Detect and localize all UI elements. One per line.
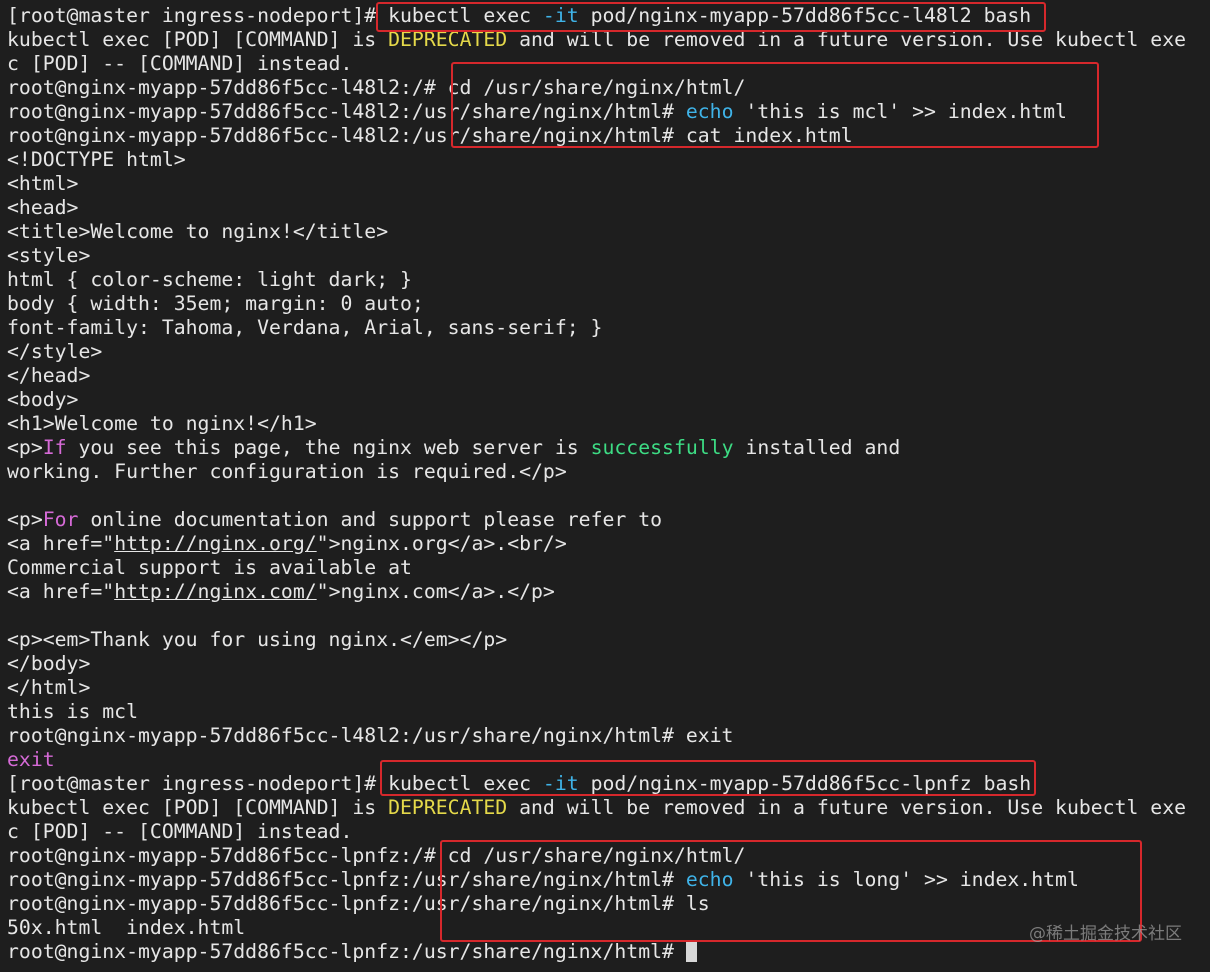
- terminal-text-segment: <html>: [7, 172, 79, 195]
- terminal-text-segment: <!DOCTYPE html>: [7, 148, 186, 171]
- terminal-text-segment: http://nginx.org/: [114, 532, 317, 555]
- terminal-text-segment: If: [42, 436, 67, 459]
- terminal-line: this is mcl: [7, 700, 1210, 724]
- terminal-text-segment: root@nginx-myapp-57dd86f5cc-lpnfz:/usr/s…: [7, 940, 686, 963]
- terminal-line: <html>: [7, 172, 1210, 196]
- terminal-text-segment: root@nginx-myapp-57dd86f5cc-l48l2:/usr/s…: [7, 724, 734, 747]
- terminal-text-segment: c [POD] -- [COMMAND] instead.: [7, 52, 353, 75]
- terminal-line: <h1>Welcome to nginx!</h1>: [7, 412, 1210, 436]
- terminal-line: <body>: [7, 388, 1210, 412]
- terminal-line: kubectl exec [POD] [COMMAND] is DEPRECAT…: [7, 796, 1210, 820]
- terminal-line: <p><em>Thank you for using nginx.</em></…: [7, 628, 1210, 652]
- terminal-text-segment: For: [42, 508, 79, 531]
- terminal-text-segment: </html>: [7, 676, 91, 699]
- terminal-text-segment: <h1>Welcome to nginx!</h1>: [7, 412, 317, 435]
- terminal-text-segment: and will be removed in a future version.…: [507, 796, 1187, 819]
- terminal-text-segment: <p>: [7, 436, 43, 459]
- terminal-text-segment: body { width: 35em; margin: 0 auto;: [7, 292, 424, 315]
- terminal-text-segment: successfully: [590, 436, 734, 459]
- terminal-text-segment: online documentation and support please …: [78, 508, 663, 531]
- terminal-text-segment: installed and: [733, 436, 901, 459]
- terminal-line: <title>Welcome to nginx!</title>: [7, 220, 1210, 244]
- terminal-text-segment: <body>: [7, 388, 79, 411]
- terminal-line: <a href="http://nginx.com/">nginx.com</a…: [7, 580, 1210, 604]
- terminal-line: </head>: [7, 364, 1210, 388]
- text-cursor: [685, 940, 697, 962]
- terminal-text-segment: kubectl exec [POD] [COMMAND] is: [7, 28, 389, 51]
- terminal-text-segment: 50x.html index.html: [7, 916, 246, 939]
- highlight-box-exec-command-2: [380, 760, 1036, 796]
- terminal-line: <head>: [7, 196, 1210, 220]
- terminal-text-segment: <head>: [7, 196, 79, 219]
- terminal-line: </html>: [7, 676, 1210, 700]
- terminal-line: </style>: [7, 340, 1210, 364]
- terminal-text-segment: c [POD] -- [COMMAND] instead.: [7, 820, 353, 843]
- terminal-text-segment: <style>: [7, 244, 91, 267]
- terminal-output: [root@master ingress-nodeport]# kubectl …: [7, 4, 1210, 964]
- terminal-line: root@nginx-myapp-57dd86f5cc-l48l2:/usr/s…: [7, 724, 1210, 748]
- terminal-text-segment: you see this page, the nginx web server …: [66, 436, 591, 459]
- terminal-text-segment: working. Further configuration is requir…: [7, 460, 567, 483]
- terminal-text-segment: <p>: [7, 508, 43, 531]
- terminal-line: <p>If you see this page, the nginx web s…: [7, 436, 1210, 460]
- terminal-text-segment: <a href=": [7, 532, 115, 555]
- terminal-text-segment: http://nginx.com/: [114, 580, 317, 603]
- terminal-line: html { color-scheme: light dark; }: [7, 268, 1210, 292]
- terminal-line: <p>For online documentation and support …: [7, 508, 1210, 532]
- terminal-line: <style>: [7, 244, 1210, 268]
- highlight-box-exec-command-1: [376, 2, 1046, 32]
- terminal-text-segment: ">nginx.org</a>.<br/>: [316, 532, 567, 555]
- terminal-text-segment: exit: [7, 748, 55, 771]
- terminal-line: working. Further configuration is requir…: [7, 460, 1210, 484]
- terminal-text-segment: this is mcl: [7, 700, 139, 723]
- terminal-line: body { width: 35em; margin: 0 auto;: [7, 292, 1210, 316]
- terminal-text-segment: kubectl exec [POD] [COMMAND] is: [7, 796, 389, 819]
- watermark: @稀土掘金技术社区: [1029, 924, 1182, 944]
- terminal-text-segment: Commercial support is available at: [7, 556, 412, 579]
- terminal-line: Commercial support is available at: [7, 556, 1210, 580]
- terminal-text-segment: DEPRECATED: [388, 796, 508, 819]
- terminal-text-segment: </body>: [7, 652, 91, 675]
- terminal-text-segment: ">nginx.com</a>.</p>: [316, 580, 555, 603]
- terminal-line: <!DOCTYPE html>: [7, 148, 1210, 172]
- terminal-text-segment: <p><em>Thank you for using nginx.</em></…: [7, 628, 508, 651]
- highlight-box-cd-echo-cat: [451, 62, 1099, 148]
- terminal-text-segment: html { color-scheme: light dark; }: [7, 268, 412, 291]
- terminal-text-segment: font-family: Tahoma, Verdana, Arial, san…: [7, 316, 603, 339]
- terminal-line: font-family: Tahoma, Verdana, Arial, san…: [7, 316, 1210, 340]
- terminal-window[interactable]: [root@master ingress-nodeport]# kubectl …: [0, 0, 1210, 972]
- terminal-line: </body>: [7, 652, 1210, 676]
- terminal-line: <a href="http://nginx.org/">nginx.org</a…: [7, 532, 1210, 556]
- terminal-text-segment: <a href=": [7, 580, 115, 603]
- terminal-text-segment: </head>: [7, 364, 91, 387]
- terminal-text-segment: <title>Welcome to nginx!</title>: [7, 220, 389, 243]
- terminal-text-segment: </style>: [7, 340, 103, 363]
